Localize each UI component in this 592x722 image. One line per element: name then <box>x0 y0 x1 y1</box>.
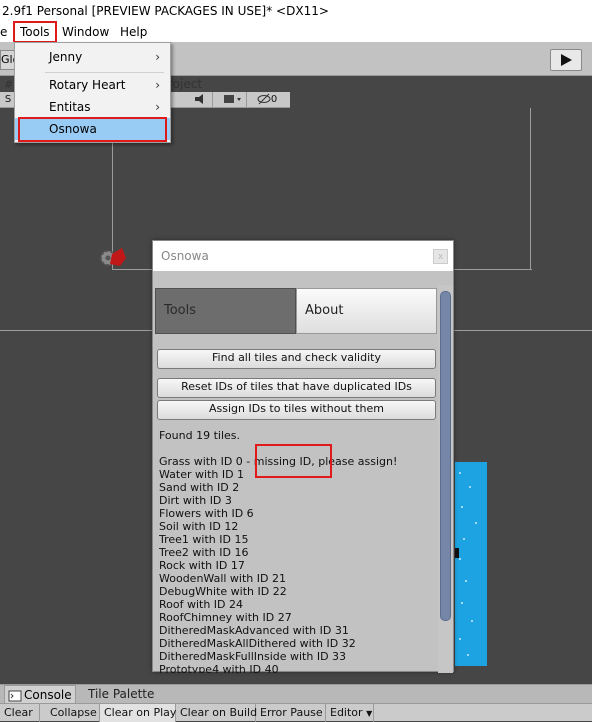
tile-line: Sand with ID 2 <box>159 481 240 494</box>
eye-slash-icon <box>257 93 271 105</box>
clear-on-play-button[interactable]: Clear on Play <box>100 704 176 722</box>
found-count-text: Found 19 tiles. <box>159 429 241 442</box>
console-tab-bar: Console Tile Palette <box>0 684 592 704</box>
scene-grid-line <box>530 108 531 270</box>
menu-window[interactable]: Window <box>62 22 109 42</box>
menu-help[interactable]: Help <box>120 22 147 42</box>
effects-toggle[interactable] <box>216 92 247 108</box>
play-button[interactable] <box>550 49 582 71</box>
find-all-tiles-button[interactable]: Find all tiles and check validity <box>157 349 436 369</box>
gear-icon <box>100 248 126 266</box>
menu-item-label: Jenny <box>49 50 83 64</box>
reset-duplicated-ids-button[interactable]: Reset IDs of tiles that have duplicated … <box>157 378 436 398</box>
missing-id-highlight-box <box>255 444 332 478</box>
console-tab-label: Console <box>24 688 72 702</box>
menu-item-rotary-heart[interactable]: Rotary Heart › <box>15 74 170 96</box>
water-tile-strip <box>455 462 487 666</box>
menu-file[interactable]: e <box>0 22 7 42</box>
hidden-objects-toggle[interactable]: 0 <box>252 92 282 108</box>
assign-ids-button[interactable]: Assign IDs to tiles without them <box>157 400 436 420</box>
osnowa-title: Osnowa <box>153 241 453 271</box>
tile-line: WoodenWall with ID 21 <box>159 572 286 585</box>
tab-about[interactable]: About <box>296 288 437 334</box>
collapse-button[interactable]: Collapse <box>46 704 100 722</box>
scrollbar-thumb[interactable] <box>440 291 451 621</box>
tile-line: DitheredMaskAllDithered with ID 32 <box>159 637 356 650</box>
dropdown-arrow-icon: ▼ <box>366 709 373 718</box>
speaker-icon <box>195 94 203 104</box>
tile-line: RoofChimney with ID 27 <box>159 611 292 624</box>
window-title: 2.9f1 Personal [PREVIEW PACKAGES IN USE]… <box>0 0 592 22</box>
error-pause-button[interactable]: Error Pause <box>256 704 326 722</box>
tab-tools[interactable]: Tools <box>155 288 296 334</box>
menubar: e Tools Window Help <box>0 21 592 43</box>
water-pattern <box>455 472 477 656</box>
tile-line: DitheredMaskAdvanced with ID 31 <box>159 624 349 637</box>
tile-line: Soil with ID 12 <box>159 520 239 533</box>
tile-line: Prototype4 with ID 40 <box>159 663 279 673</box>
tools-dropdown-menu: Jenny › Rotary Heart › Entitas › Osnowa <box>14 42 171 143</box>
clear-button[interactable]: Clear <box>0 704 40 722</box>
tile-line: Dirt with ID 3 <box>159 494 232 507</box>
project-tab[interactable]: roject <box>168 77 202 91</box>
chevron-right-icon: › <box>155 78 160 92</box>
tile-line: Flowers with ID 6 <box>159 507 254 520</box>
editor-dropdown-label: Editor <box>330 706 363 719</box>
chevron-right-icon: › <box>155 50 160 64</box>
osnowa-close-button[interactable]: x <box>433 249 448 264</box>
osnowa-window: Osnowa x Tools About Find all tiles and … <box>152 240 454 673</box>
tile-line: Tree1 with ID 15 <box>159 533 249 546</box>
scene-object-gear-icon[interactable] <box>96 244 130 270</box>
menu-separator <box>45 72 164 73</box>
tile-line: Tree2 with ID 16 <box>159 546 249 559</box>
console-icon <box>8 690 22 701</box>
console-toolbar: Clear Collapse Clear on Play Clear on Bu… <box>0 703 592 722</box>
play-icon <box>561 54 572 66</box>
tile-palette-tab[interactable]: Tile Palette <box>88 685 154 704</box>
clear-on-build-button[interactable]: Clear on Build <box>176 704 257 722</box>
menu-item-label: Entitas <box>49 100 91 114</box>
hidden-count: 0 <box>270 94 278 105</box>
chevron-right-icon: › <box>155 100 160 114</box>
menu-item-entitas[interactable]: Entitas › <box>15 96 170 118</box>
tile-line: Roof with ID 24 <box>159 598 244 611</box>
osnowa-highlight-box <box>18 117 167 142</box>
editor-dropdown[interactable]: Editor ▼ <box>326 704 374 722</box>
hierarchy-tab-hash[interactable]: # <box>4 78 13 91</box>
menu-item-jenny[interactable]: Jenny › <box>15 46 170 68</box>
tile-line: DitheredMaskFullInside with ID 33 <box>159 650 347 663</box>
tools-highlight-box <box>13 21 57 43</box>
tile-line: Rock with ID 17 <box>159 559 245 572</box>
menu-item-label: Rotary Heart <box>49 78 126 92</box>
console-tab[interactable]: Console <box>4 685 76 704</box>
grass-line-prefix: Grass with ID 0 - <box>159 455 254 468</box>
tile-line: DebugWhite with ID 22 <box>159 585 287 598</box>
audio-toggle[interactable] <box>190 92 213 108</box>
osnowa-scrollbar[interactable] <box>438 285 453 673</box>
effects-icon <box>224 95 241 103</box>
